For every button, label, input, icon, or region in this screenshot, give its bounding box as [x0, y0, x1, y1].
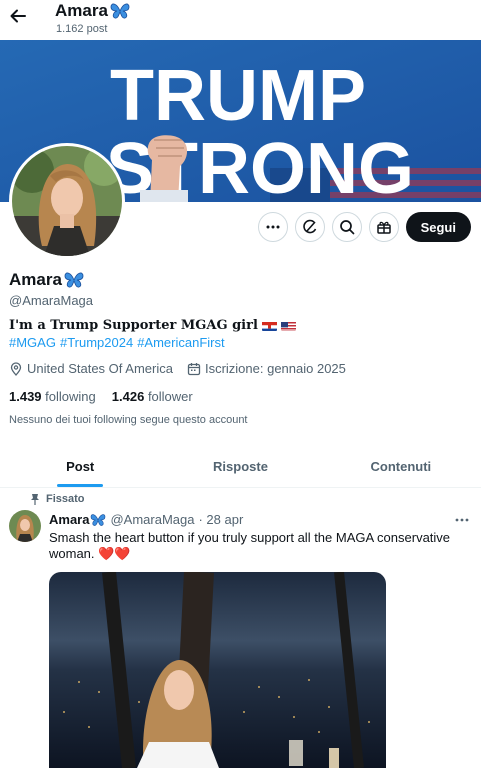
butterfly-icon [91, 513, 106, 526]
joined-item: Iscrizione: gennaio 2025 [187, 361, 346, 376]
header-name: Amara [55, 1, 108, 20]
banner-line-1: TRUMP [110, 56, 366, 136]
calendar-icon [187, 362, 201, 375]
active-tab-indicator [57, 484, 104, 487]
post-header: Amara @AmaraMaga · 28 apr [49, 512, 243, 527]
more-options-button[interactable] [257, 212, 288, 242]
location-text: United States Of America [27, 361, 173, 376]
post-handle[interactable]: @AmaraMaga [110, 512, 194, 527]
usa-flag-icon [280, 321, 296, 331]
profile-display-name: Amara [9, 270, 62, 289]
post-author-avatar[interactable] [9, 510, 41, 542]
back-arrow-icon[interactable] [8, 6, 28, 26]
post-count: 1.162 post [56, 23, 108, 35]
location-pin-icon [10, 361, 22, 376]
more-dots-icon [455, 518, 469, 522]
hashtag-link[interactable]: #MGAG [9, 335, 56, 350]
post-more-button[interactable] [455, 510, 469, 528]
pinned-label: Fissato [30, 493, 85, 505]
followers-link[interactable]: 1.426 follower [112, 389, 193, 404]
profile-meta: United States Of America Iscrizione: gen… [9, 361, 360, 376]
tab-post[interactable]: Post [0, 448, 160, 487]
hashtag-link[interactable]: #AmericanFirst [137, 335, 224, 350]
butterfly-icon [110, 3, 130, 19]
search-profile-button[interactable] [331, 212, 362, 242]
header-title: Amara [55, 1, 130, 21]
post-image[interactable] [49, 572, 386, 768]
heart-emoji: ❤️❤️ [98, 546, 131, 561]
profile-hashtags: #MGAG #Trump2024 #AmericanFirst [9, 335, 225, 350]
joined-text: Iscrizione: gennaio 2025 [204, 361, 346, 376]
post-date[interactable]: · 28 apr [198, 512, 243, 527]
following-link[interactable]: 1.439 following [9, 389, 96, 404]
profile-bio: I'm a Trump Supporter MGAG girl [9, 318, 296, 333]
profile-name: Amara [9, 270, 84, 290]
bio-text: I'm a Trump Supporter MGAG girl [9, 318, 258, 333]
hashtag-link[interactable]: #Trump2024 [60, 335, 133, 350]
gift-icon [376, 221, 391, 234]
follow-stats: 1.439 following 1.426 follower [9, 389, 193, 404]
search-icon [339, 220, 354, 235]
location-item: United States Of America [9, 361, 173, 376]
post-text: Smash the heart button if you truly supp… [49, 530, 459, 562]
tab-contenuti[interactable]: Contenuti [321, 448, 481, 487]
profile-handle: @AmaraMaga [9, 293, 94, 308]
mutual-follow-note: Nessuno dei tuoi following segue questo … [9, 414, 248, 426]
post-author[interactable]: Amara [49, 512, 106, 527]
grok-button[interactable] [294, 212, 325, 242]
profile-avatar[interactable] [9, 143, 125, 259]
pin-icon [31, 494, 39, 505]
follow-button[interactable]: Segui [405, 212, 471, 242]
butterfly-icon [64, 272, 84, 288]
croatia-flag-icon [261, 321, 277, 331]
profile-tabs: Post Risposte Contenuti [0, 448, 481, 488]
gift-button[interactable] [368, 212, 399, 242]
more-dots-icon [266, 225, 280, 229]
top-bar: Amara 1.162 post [0, 0, 481, 40]
grok-icon [302, 219, 316, 234]
profile-actions: Segui [257, 212, 471, 242]
tab-risposte[interactable]: Risposte [160, 448, 320, 487]
